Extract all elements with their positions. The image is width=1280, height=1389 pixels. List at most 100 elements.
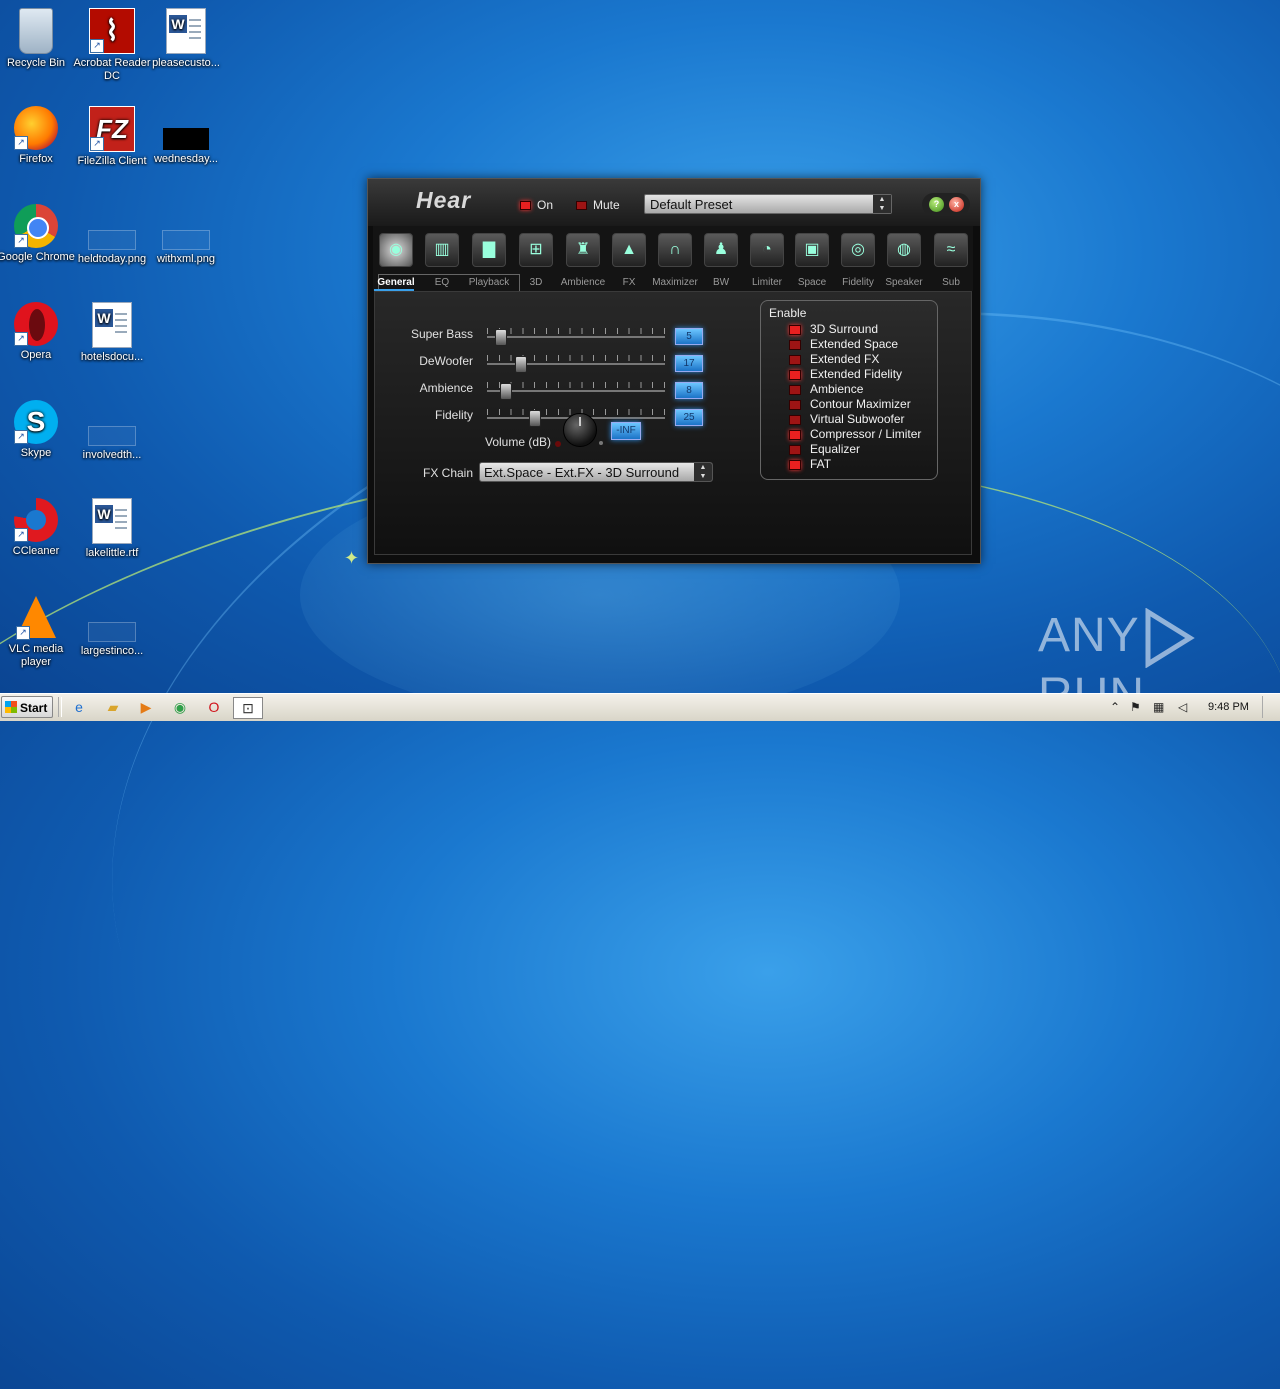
desktop-icon-chrome[interactable]: ↗ Google Chrome: [0, 204, 76, 264]
speaker-cone-icon: ◉: [379, 233, 413, 267]
preset-dropdown[interactable]: Default Preset ▲ ▼: [644, 194, 892, 214]
ambience-icon: ♜: [566, 233, 600, 267]
slider-thumb[interactable]: [528, 410, 541, 427]
filezilla-icon: FZ ↗: [89, 106, 135, 152]
desktop-icon-withxml[interactable]: withxml.png: [146, 204, 226, 266]
enable-compressor-limiter[interactable]: Compressor / Limiter: [789, 427, 921, 442]
enable-fat[interactable]: FAT: [789, 457, 831, 472]
desktop-icon-firefox[interactable]: ↗ Firefox: [0, 106, 76, 166]
desktop-icon-vlc[interactable]: ↗ VLC media player: [0, 596, 76, 669]
super-bass-value[interactable]: 5: [675, 328, 703, 345]
enable-extended-fx[interactable]: Extended FX: [789, 352, 879, 367]
image-file-icon: [162, 230, 210, 250]
slider-thumb[interactable]: [515, 356, 528, 373]
volume-knob[interactable]: [563, 413, 597, 447]
desktop-icon-acrobat[interactable]: ⌇ ↗ Acrobat Reader DC: [72, 8, 152, 83]
dewoofer-value[interactable]: 17: [675, 355, 703, 372]
chrome-icon: ↗: [14, 204, 58, 248]
desktop-icon-lakelittle[interactable]: W lakelittle.rtf: [72, 498, 152, 560]
start-button[interactable]: Start: [1, 696, 53, 718]
chrome-taskbar-icon[interactable]: ◉: [169, 697, 191, 717]
desktop-icon-word-doc-1[interactable]: W pleasecusto...: [146, 8, 226, 70]
volume-icon[interactable]: ◁: [1178, 697, 1187, 717]
hear-app-window: Hear On Mute Default Preset ▲ ▼ ? x ◉ Gen…: [367, 178, 981, 564]
media-player-taskbar-icon[interactable]: ▶: [135, 697, 157, 717]
tab-playback[interactable]: ▇ Playback: [466, 226, 512, 291]
show-hidden-icons-icon[interactable]: ⌃: [1110, 697, 1120, 717]
sub-icon: ≈: [934, 233, 968, 267]
vlc-icon: ↗: [16, 596, 56, 640]
enable-equalizer[interactable]: Equalizer: [789, 442, 860, 457]
led-icon: [789, 399, 801, 410]
desktop-icon-ccleaner[interactable]: ↗ CCleaner: [0, 498, 76, 558]
dewoofer-slider[interactable]: [487, 363, 665, 365]
volume-value[interactable]: -INF: [611, 422, 641, 440]
enable-contour-maximizer[interactable]: Contour Maximizer: [789, 397, 911, 412]
desktop-icon-opera[interactable]: ↗ Opera: [0, 302, 76, 362]
desktop-icon-heldtoday[interactable]: heldtoday.png: [72, 204, 152, 266]
skype-icon: S ↗: [14, 400, 58, 444]
network-icon[interactable]: ▦: [1153, 697, 1164, 717]
help-button[interactable]: ?: [929, 197, 944, 212]
enable-3d-surround[interactable]: 3D Surround: [789, 322, 878, 337]
opera-taskbar-icon[interactable]: O: [203, 697, 225, 717]
hear-taskbar-icon[interactable]: ⊡: [233, 697, 263, 719]
ie-taskbar-icon[interactable]: e: [68, 697, 90, 717]
close-button[interactable]: x: [949, 197, 964, 212]
led-icon: [789, 339, 801, 350]
enable-extended-space[interactable]: Extended Space: [789, 337, 898, 352]
desktop-icon-involved[interactable]: involvedth...: [72, 400, 152, 462]
clock[interactable]: 9:48 PM: [1208, 697, 1249, 717]
desktop-icon-largestinco[interactable]: largestinco...: [72, 596, 152, 658]
slider-thumb[interactable]: [500, 383, 513, 400]
app-titlebar[interactable]: Hear On Mute Default Preset ▲ ▼ ? x: [368, 179, 980, 226]
tab-3d[interactable]: ⊞ 3D: [513, 226, 559, 291]
tab-sub[interactable]: ≈ Sub: [928, 226, 974, 291]
tab-eq[interactable]: ▥ EQ: [419, 226, 465, 291]
show-desktop-button[interactable]: [1262, 696, 1279, 718]
ccleaner-icon: ↗: [14, 498, 58, 542]
space-icon: ▣: [795, 233, 829, 267]
enable-ambience[interactable]: Ambience: [789, 382, 863, 397]
led-icon: [789, 324, 801, 335]
slider-thumb[interactable]: [495, 329, 508, 346]
fx-chain-dropdown[interactable]: Ext.Space - Ext.FX - 3D Surround ▲ ▼: [479, 462, 713, 482]
taskbar: Start e ▰ ▶ ◉ O ⊡ ⌃ ⚑ ▦ ◁ 9:48 PM: [0, 693, 1280, 721]
fx-icon: ▲: [612, 233, 646, 267]
led-icon: [789, 459, 801, 470]
volume-led-icon: [555, 441, 561, 447]
desktop-icon-filezilla[interactable]: FZ ↗ FileZilla Client: [72, 106, 152, 168]
app-title: Hear: [416, 187, 472, 213]
image-file-icon: [88, 230, 136, 250]
ambience-slider[interactable]: [487, 390, 665, 392]
led-icon: [789, 354, 801, 365]
desktop-icon-wednesday[interactable]: wednesday...: [146, 106, 226, 166]
desktop-icon-skype[interactable]: S ↗ Skype: [0, 400, 76, 460]
led-icon: [789, 384, 801, 395]
word-document-icon: W: [92, 498, 132, 544]
led-icon: [789, 369, 801, 380]
surround-speakers-icon: ⊞: [519, 233, 553, 267]
recycle-bin-icon: [19, 8, 53, 54]
on-led-icon: [520, 201, 531, 211]
enable-virtual-subwoofer[interactable]: Virtual Subwoofer: [789, 412, 905, 427]
tab-speaker[interactable]: ◍ Speaker: [881, 226, 927, 291]
desktop-icon-recycle-bin[interactable]: Recycle Bin: [0, 8, 76, 70]
desktop-icon-word-doc-2[interactable]: W hotelsdocu...: [72, 302, 152, 364]
volume-label: Volume (dB): [485, 435, 552, 449]
spectrum-icon: ▇: [472, 233, 506, 267]
general-panel: Super Bass 5 DeWoofer 17 Ambience 8 Fide…: [374, 291, 972, 555]
mute-toggle[interactable]: Mute: [576, 198, 620, 212]
ambience-value[interactable]: 8: [675, 382, 703, 399]
action-center-flag-icon[interactable]: ⚑: [1130, 697, 1141, 717]
on-toggle[interactable]: On: [520, 198, 553, 212]
spin-arrows-icon[interactable]: ▲ ▼: [694, 463, 712, 481]
explorer-taskbar-icon[interactable]: ▰: [102, 697, 124, 717]
spin-arrows-icon[interactable]: ▲ ▼: [873, 195, 891, 213]
super-bass-slider[interactable]: [487, 336, 665, 338]
ambience-slider-row: Ambience 8: [375, 380, 735, 400]
fidelity-value[interactable]: 25: [675, 409, 703, 426]
word-document-icon: W: [166, 8, 206, 54]
fidelity-icon: ◎: [841, 233, 875, 267]
enable-extended-fidelity[interactable]: Extended Fidelity: [789, 367, 902, 382]
